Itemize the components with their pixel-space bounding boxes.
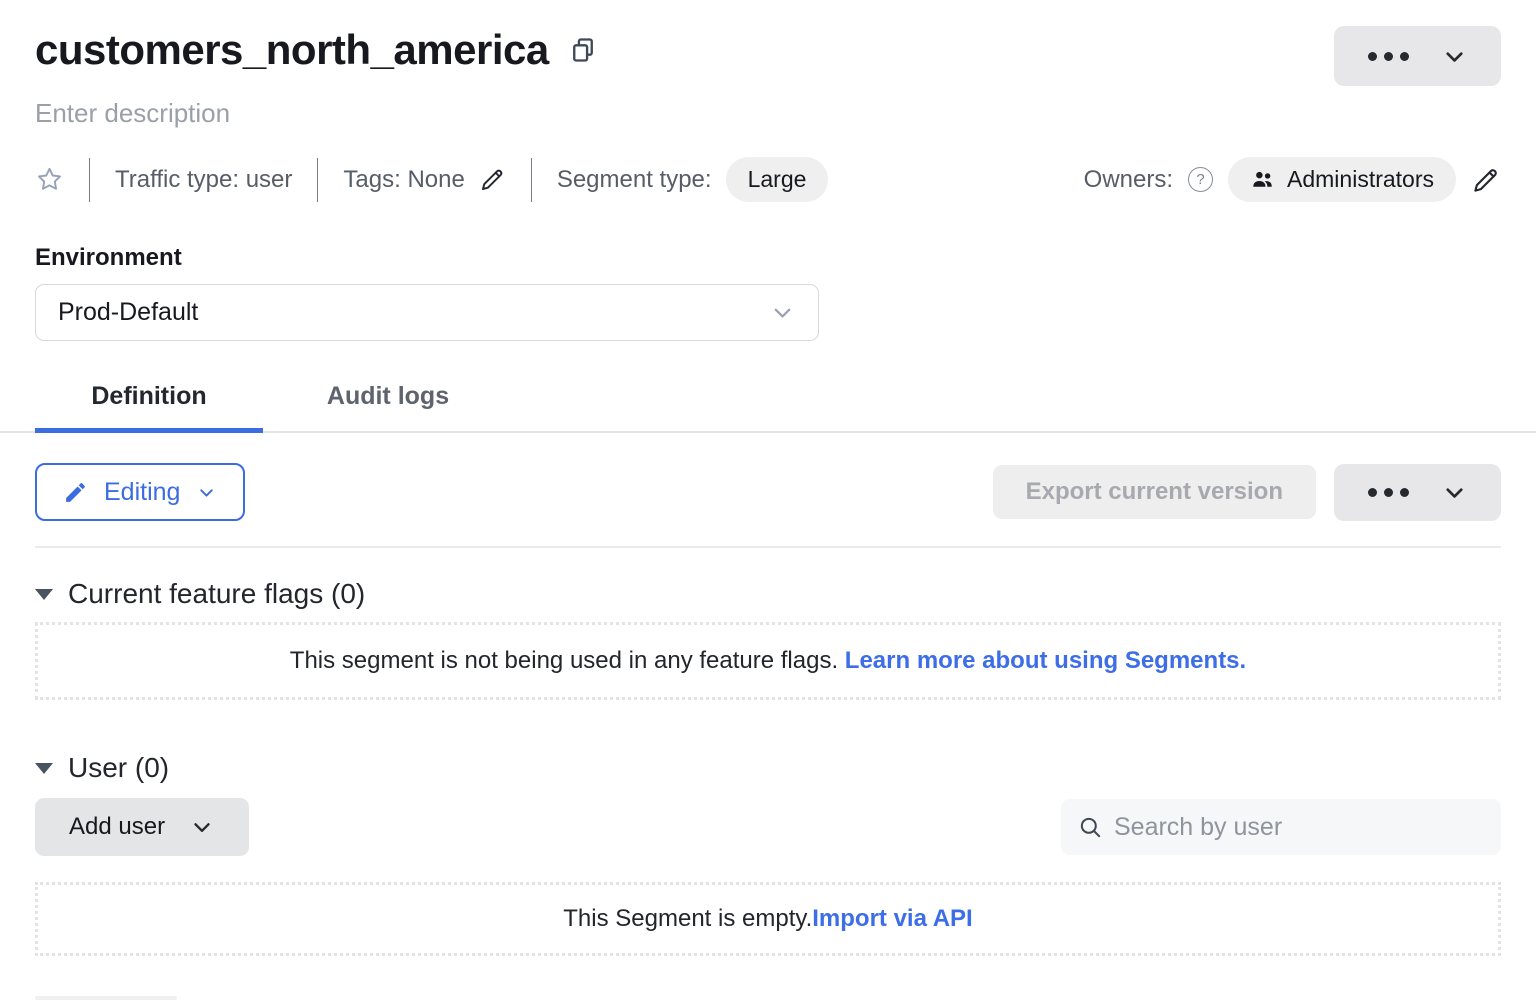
- user-search-box: [1061, 799, 1501, 855]
- owners-help-icon[interactable]: ?: [1188, 167, 1213, 192]
- page-title: customers_north_america: [35, 26, 549, 74]
- below-fold-element-edge: [35, 996, 177, 1000]
- feature-flags-empty-text: This segment is not being used in any fe…: [290, 647, 845, 674]
- search-by-user-input[interactable]: [1114, 813, 1485, 842]
- users-group-icon: [1250, 167, 1275, 192]
- user-section-header[interactable]: User (0): [35, 752, 1501, 784]
- chevron-down-icon: [1441, 479, 1468, 506]
- environment-selected-value: Prod-Default: [58, 298, 198, 327]
- feature-flags-section-header[interactable]: Current feature flags (0): [35, 578, 1501, 610]
- pencil-icon: [63, 480, 88, 505]
- add-user-label: Add user: [69, 813, 165, 841]
- add-user-button[interactable]: Add user: [35, 798, 249, 856]
- meta-row: Traffic type: user Tags: None Segment ty…: [35, 157, 1501, 202]
- editing-label: Editing: [104, 478, 180, 507]
- chevron-down-icon: [189, 814, 215, 840]
- meta-divider: [89, 158, 90, 202]
- environment-label: Environment: [35, 244, 1501, 272]
- user-empty-state: This Segment is empty.Import via API: [35, 882, 1501, 956]
- owners-label: Owners:: [1084, 166, 1173, 194]
- import-via-api-link[interactable]: Import via API: [812, 905, 972, 932]
- segment-type-label: Segment type:: [557, 166, 712, 194]
- feature-flags-empty-state: This segment is not being used in any fe…: [35, 622, 1501, 700]
- collapse-triangle-icon: [35, 589, 53, 600]
- learn-more-link[interactable]: Learn more about using Segments.: [845, 647, 1246, 674]
- edit-owners-pencil-icon[interactable]: [1471, 165, 1501, 195]
- page-header: customers_north_america: [35, 26, 1501, 86]
- segment-detail-page: customers_north_america Enter descriptio…: [0, 0, 1536, 1002]
- copy-icon[interactable]: [569, 36, 597, 64]
- more-icon: [1368, 488, 1409, 497]
- user-toolbar: Add user: [35, 798, 1501, 856]
- owners-badge[interactable]: Administrators: [1228, 157, 1456, 202]
- header-more-actions-button[interactable]: [1334, 26, 1501, 86]
- feature-flags-section-title: Current feature flags (0): [68, 578, 365, 610]
- description-placeholder[interactable]: Enter description: [35, 98, 1501, 129]
- definition-more-actions-button[interactable]: [1334, 464, 1501, 521]
- chevron-down-icon: [1441, 43, 1468, 70]
- favorite-star-icon[interactable]: [35, 165, 64, 194]
- export-current-version-button[interactable]: Export current version: [993, 465, 1316, 519]
- segment-type-badge: Large: [726, 157, 829, 202]
- meta-divider: [317, 158, 318, 202]
- more-icon: [1368, 52, 1409, 61]
- owners-value: Administrators: [1287, 166, 1434, 193]
- tab-audit-logs[interactable]: Audit logs: [263, 369, 513, 431]
- section-divider: [35, 546, 1501, 548]
- collapse-triangle-icon: [35, 763, 53, 774]
- editing-status-button[interactable]: Editing: [35, 463, 245, 521]
- search-icon: [1077, 814, 1104, 841]
- tags-label: Tags: None: [343, 166, 464, 194]
- meta-divider: [531, 158, 532, 202]
- segment-empty-text: This Segment is empty.: [563, 905, 812, 932]
- edit-tags-pencil-icon[interactable]: [479, 166, 506, 193]
- tab-definition[interactable]: Definition: [35, 369, 263, 431]
- traffic-type-label: Traffic type: user: [115, 166, 292, 194]
- definition-toolbar: Editing Export current version: [35, 463, 1501, 521]
- chevron-down-icon: [769, 299, 796, 326]
- tab-bar: Definition Audit logs: [0, 369, 1536, 433]
- user-section-title: User (0): [68, 752, 169, 784]
- chevron-down-icon: [196, 482, 217, 503]
- environment-select[interactable]: Prod-Default: [35, 284, 819, 341]
